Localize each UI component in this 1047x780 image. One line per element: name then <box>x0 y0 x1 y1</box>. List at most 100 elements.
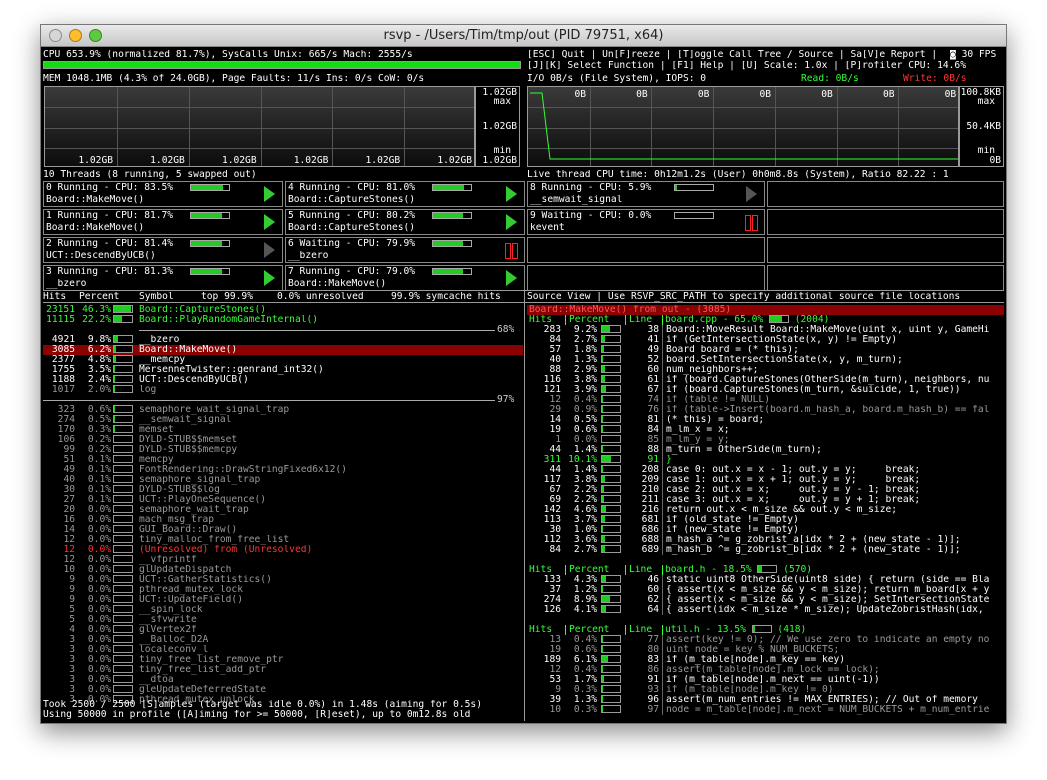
symbol-row[interactable]: 170 0.3% memset <box>43 425 523 435</box>
source-line[interactable]: 29 0.9% 76 if (table->Insert(board.m_hash_a… <box>527 405 1004 415</box>
symbol-row[interactable]: 3 0.0% tiny_free_list_remove_ptr <box>43 655 523 665</box>
source-line[interactable]: 67 2.2% 210 case 2: out.x = x; out.y = y - … <box>527 485 1004 495</box>
symbol-row[interactable]: 1755 3.5% MersenneTwister::genrand_int32() <box>43 365 523 375</box>
symbol-row[interactable]: 3 0.0% gleUpdateDeferredState <box>43 685 523 695</box>
symbol-row[interactable]: 51 0.1% memcpy <box>43 455 523 465</box>
source-line[interactable]: 142 4.6% 216 return out.x < m_size && out.y… <box>527 505 1004 515</box>
source-line[interactable]: 14 0.5% 81 (* this) = board; <box>527 415 1004 425</box>
source-line[interactable]: 44 1.4% 88 m_turn = OtherSide(m_turn); <box>527 445 1004 455</box>
source-line[interactable]: 13 0.4% 77 assert(key != 0); // We use zero… <box>527 635 1004 645</box>
thread-2[interactable]: 2 Running - CPU: 81.4% UCT::DescendByUCB(… <box>43 237 283 263</box>
source-line[interactable]: 133 4.3% 46 static uint8 OtherSide(uint8 si… <box>527 575 1004 585</box>
play-icon[interactable] <box>746 186 757 202</box>
symbol-row[interactable]: 1188 2.4% UCT::DescendByUCB() <box>43 375 523 385</box>
close-window-button[interactable] <box>49 29 62 42</box>
source-line[interactable]: 116 3.8% 61 if (board.CaptureStones(OtherSi… <box>527 375 1004 385</box>
hit-count: 27 <box>63 495 75 505</box>
source-line[interactable]: 12 0.4% 74 if (table != NULL) <box>527 395 1004 405</box>
symbol-row[interactable]: 11115 22.2% Board::PlayRandomGameInternal(… <box>43 315 523 325</box>
play-icon[interactable] <box>264 242 275 258</box>
line-hits: 14 <box>549 415 561 425</box>
symbol-row[interactable]: 12 0.0% tiny_malloc_from_free_list <box>43 535 523 545</box>
symbol-row[interactable]: 106 0.2% DYLD-STUB$$memset <box>43 435 523 445</box>
play-icon[interactable] <box>506 186 517 202</box>
thread-7[interactable]: 7 Running - CPU: 79.0% Board::MakeMove() <box>285 265 525 291</box>
source-line[interactable]: 19 0.6% 80 uint node = key % NUM_BUCKETS; <box>527 645 1004 655</box>
source-line[interactable]: 283 9.2% 38 Board::MoveResult Board::MakeMo… <box>527 325 1004 335</box>
symbol-row[interactable]: 3 0.0% tiny_free_list_add_ptr <box>43 665 523 675</box>
symbol-row[interactable]: 12 0.0% __vfprintf <box>43 555 523 565</box>
play-icon[interactable] <box>506 270 517 286</box>
source-line[interactable]: 189 6.1% 83 if (m_table[node].m_key == key) <box>527 655 1004 665</box>
symbol-row[interactable]: 4921 9.8% __bzero <box>43 335 523 345</box>
source-line[interactable]: 19 0.6% 84 m_lm_x = x; <box>527 425 1004 435</box>
thread-6[interactable]: 6 Waiting - CPU: 79.9% __bzero <box>285 237 525 263</box>
source-line[interactable]: 121 3.9% 67 if (board.CaptureStones(m_turn,… <box>527 385 1004 395</box>
source-line[interactable]: 9 0.3% 93 if (m_table[node].m_key != 0) <box>527 685 1004 695</box>
thread-1[interactable]: 1 Running - CPU: 81.7% Board::MakeMove() <box>43 209 283 235</box>
source-line[interactable]: 12 0.4% 86 assert(m_table[node].m_lock == l… <box>527 665 1004 675</box>
symbol-row[interactable]: 5 0.0% __sfvwrite <box>43 615 523 625</box>
symbol-row[interactable]: 99 0.2% DYLD-STUB$$memcpy <box>43 445 523 455</box>
symbol-row[interactable]: 3 0.0% __dtoa <box>43 675 523 685</box>
source-line[interactable]: 40 1.3% 52 board.SetIntersectionState(x, y,… <box>527 355 1004 365</box>
source-line[interactable]: 84 2.7% 41 if (GetIntersectionState(x, y) !… <box>527 335 1004 345</box>
col-symbol[interactable]: Symbol <box>139 292 199 302</box>
source-line[interactable]: 53 1.7% 91 if (m_table[node].m_next == uint… <box>527 675 1004 685</box>
source-line[interactable]: 113 3.7% 681 if (old_state != Empty) <box>527 515 1004 525</box>
symbol-row[interactable]: 14 0.0% GUI_Board::Draw() <box>43 525 523 535</box>
symbol-row[interactable]: 3 0.0% __Balloc_D2A <box>43 635 523 645</box>
thread-8[interactable]: 8 Running - CPU: 5.9% __semwait_signal <box>527 181 765 207</box>
thread-5[interactable]: 5 Running - CPU: 80.2% Board::CaptureSton… <box>285 209 525 235</box>
play-icon[interactable] <box>264 214 275 230</box>
source-line[interactable]: 37 1.2% 60 { assert(x < m_size && y < m_siz… <box>527 585 1004 595</box>
symbol-row[interactable]: 5 0.0% __spin_lock <box>43 605 523 615</box>
symbol-row[interactable]: 27 0.1% UCT::PlayOneSequence() <box>43 495 523 505</box>
symbol-row[interactable]: 9 0.0% UCT::UpdateField() <box>43 595 523 605</box>
line-percent-bar <box>601 375 621 383</box>
symbol-row[interactable]: 9 0.0% pthread_mutex_lock <box>43 585 523 595</box>
symbol-row[interactable]: 16 0.0% mach_msg_trap <box>43 515 523 525</box>
symbol-row[interactable]: 23151 46.3% Board::CaptureStones() <box>43 305 523 315</box>
pause-icon[interactable] <box>744 215 758 231</box>
source-line[interactable]: 88 2.9% 60 num_neighbors++; <box>527 365 1004 375</box>
symbol-row[interactable]: 1017 2.0% log <box>43 385 523 395</box>
minimize-window-button[interactable] <box>69 29 82 42</box>
play-icon[interactable] <box>506 214 517 230</box>
col-percent[interactable]: Percent <box>79 292 139 302</box>
symbol-row[interactable]: 4 0.0% glVertex2f <box>43 625 523 635</box>
source-line[interactable]: 30 1.0% 686 if (new_state != Empty) <box>527 525 1004 535</box>
play-icon[interactable] <box>264 186 275 202</box>
symbol-row[interactable]: 20 0.0% semaphore_wait_trap <box>43 505 523 515</box>
play-icon[interactable] <box>264 270 275 286</box>
thread-4[interactable]: 4 Running - CPU: 81.0% Board::CaptureSton… <box>285 181 525 207</box>
symbol-row[interactable]: 40 0.1% semaphore_signal_trap <box>43 475 523 485</box>
symbol-row[interactable]: 49 0.1% FontRendering::DrawStringFixed6x12… <box>43 465 523 475</box>
source-line[interactable]: 112 3.6% 688 m_hash_a ^= g_zobrist_a[idx * … <box>527 535 1004 545</box>
symbol-row[interactable]: 10 0.0% glUpdateDispatch <box>43 565 523 575</box>
thread-0[interactable]: 0 Running - CPU: 83.5% Board::MakeMove() <box>43 181 283 207</box>
symbol-row[interactable]: 2377 4.8% __memcpy <box>43 355 523 365</box>
symbol-row[interactable]: 274 0.5% __semwait_signal <box>43 415 523 425</box>
symbol-row[interactable]: 3085 6.2% Board::MakeMove() <box>43 345 523 355</box>
source-line[interactable]: 311 10.1% 91} <box>527 455 1004 465</box>
thread-9[interactable]: 9 Waiting - CPU: 0.0% kevent <box>527 209 765 235</box>
source-line[interactable]: 57 1.8% 49 Board board = (* this); <box>527 345 1004 355</box>
source-line[interactable]: 10 0.3% 97 node = m_table[node].m_next = NU… <box>527 705 1004 715</box>
source-line[interactable]: 126 4.1% 64 { assert(idx < m_size * m_size)… <box>527 605 1004 615</box>
source-line[interactable]: 44 1.4% 208 case 0: out.x = x - 1; out.y = … <box>527 465 1004 475</box>
source-line[interactable]: 39 1.3% 96 assert(m_num_entries != MAX_ENTR… <box>527 695 1004 705</box>
symbol-row[interactable]: 3 0.0% localeconv_l <box>43 645 523 655</box>
source-line[interactable]: 117 3.8% 209 case 1: out.x = x + 1; out.y =… <box>527 475 1004 485</box>
symbol-row[interactable]: 323 0.6% semaphore_wait_signal_trap <box>43 405 523 415</box>
thread-3[interactable]: 3 Running - CPU: 81.3% __bzero <box>43 265 283 291</box>
zoom-window-button[interactable] <box>89 29 102 42</box>
symbol-row[interactable]: 30 0.1% DYLD-STUB$$log <box>43 485 523 495</box>
symbol-row[interactable]: 9 0.0% UCT::GatherStatistics() <box>43 575 523 585</box>
source-line[interactable]: 274 8.9% 62 { assert(x < m_size && y < m_si… <box>527 595 1004 605</box>
source-line[interactable]: 84 2.7% 689 m_hash_b ^= g_zobrist_b[idx * 2… <box>527 545 1004 555</box>
pause-icon[interactable] <box>504 243 518 259</box>
symbol-row[interactable]: 12 0.0% (Unresolved) from (Unresolved) <box>43 545 523 555</box>
source-line[interactable]: 69 2.2% 211 case 3: out.x = x; out.y = y + … <box>527 495 1004 505</box>
source-line[interactable]: 1 0.0% 85 m_lm_y = y; <box>527 435 1004 445</box>
